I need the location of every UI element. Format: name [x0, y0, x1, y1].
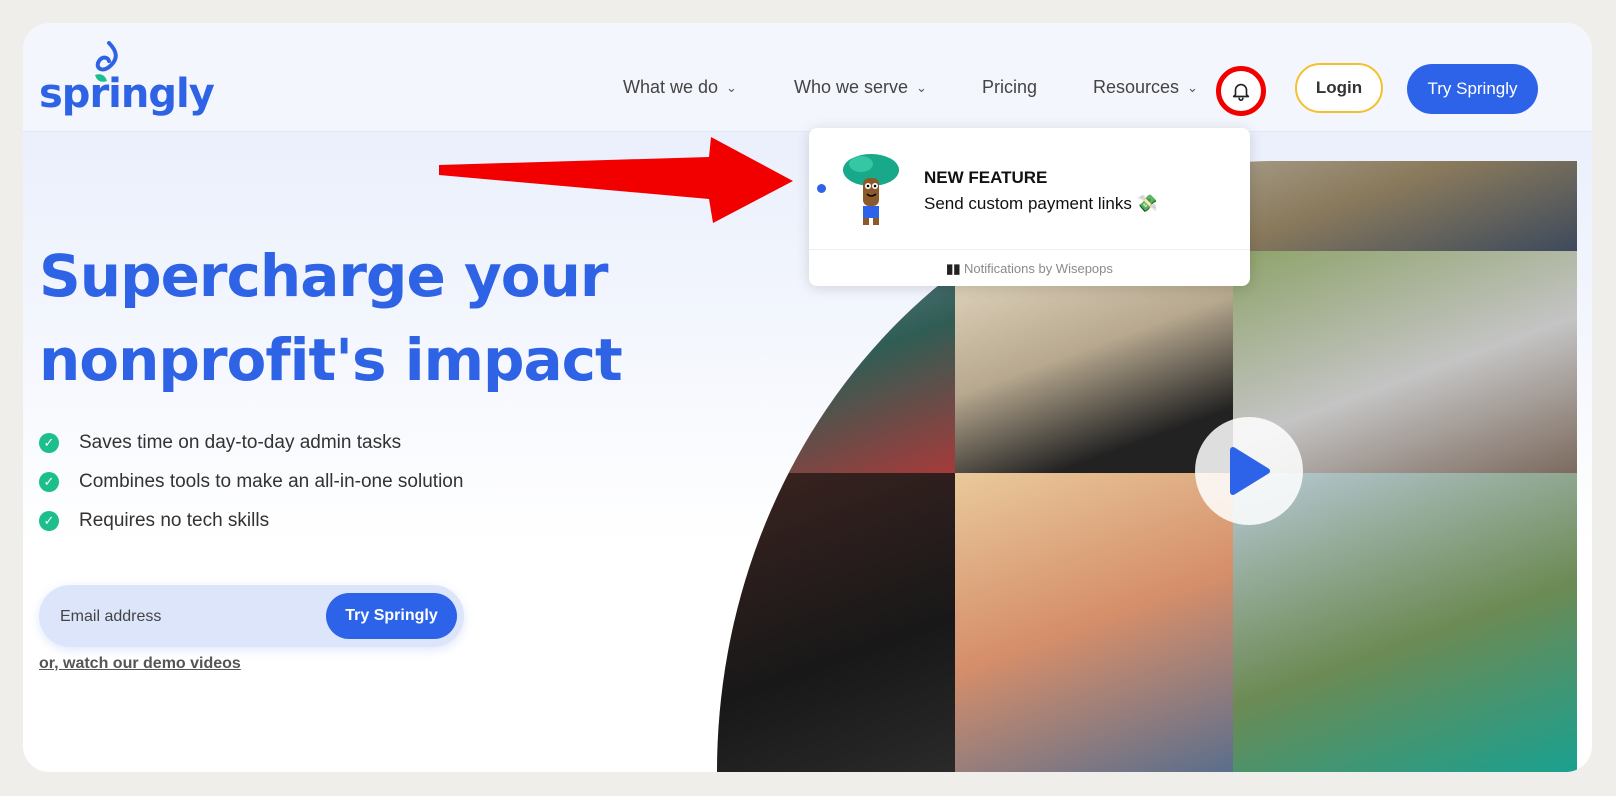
chevron-down-icon: ⌄ — [726, 79, 737, 95]
annotation-arrow-icon — [439, 137, 793, 223]
check-icon: ✓ — [39, 471, 59, 492]
logo-text: springly — [39, 71, 215, 117]
play-video-button[interactable] — [1195, 417, 1303, 525]
email-signup-form: Try Springly — [39, 585, 464, 649]
unread-dot — [817, 184, 826, 193]
benefit-list: ✓ Saves time on day-to-day admin tasks ✓… — [39, 423, 463, 540]
benefit-text: Requires no tech skills — [79, 509, 270, 531]
notification-footer-text: Notifications by Wisepops — [964, 261, 1113, 276]
try-springly-button[interactable]: Try Springly — [326, 593, 457, 639]
nav-pricing[interactable]: Pricing — [982, 77, 1037, 98]
nav-what-we-do[interactable]: What we do ⌄ — [623, 77, 737, 98]
bell-icon — [1232, 83, 1250, 101]
photo-farm — [1233, 161, 1577, 251]
check-icon: ✓ — [39, 510, 59, 531]
chevron-down-icon: ⌄ — [916, 79, 927, 95]
tree-mascot-icon — [843, 154, 899, 225]
list-item: ✓ Requires no tech skills — [39, 501, 463, 540]
try-springly-header-button[interactable]: Try Springly — [1407, 64, 1538, 114]
login-button[interactable]: Login — [1295, 63, 1383, 113]
divider — [809, 249, 1250, 250]
notification-message[interactable]: Send custom payment links 💸 — [924, 194, 1158, 214]
notification-title: NEW FEATURE — [924, 168, 1048, 187]
hero-line-2: nonprofit's impact — [39, 326, 623, 394]
notification-popup: NEW FEATURE Send custom payment links 💸 … — [809, 128, 1250, 286]
wisepops-logo-icon: ▮▮ — [946, 261, 961, 276]
play-icon — [1230, 447, 1270, 495]
header: springly What we do ⌄ Who we serve ⌄ Pri… — [23, 23, 1592, 132]
email-field[interactable] — [58, 585, 302, 649]
hero-heading: Supercharge your nonprofit's impact — [39, 234, 623, 402]
nav-label: What we do — [623, 77, 719, 97]
photo-cleanup — [1233, 473, 1577, 772]
notification-footer[interactable]: ▮▮ Notifications by Wisepops — [809, 261, 1250, 277]
page: springly What we do ⌄ Who we serve ⌄ Pri… — [23, 23, 1592, 772]
hero-line-1: Supercharge your — [39, 242, 609, 310]
benefit-text: Saves time on day-to-day admin tasks — [79, 431, 402, 453]
notification-bell-button[interactable] — [1216, 66, 1266, 116]
logo[interactable]: springly — [39, 41, 215, 121]
nav-label: Who we serve — [794, 77, 909, 97]
nav-resources[interactable]: Resources ⌄ — [1093, 77, 1198, 98]
nav-label: Pricing — [982, 77, 1038, 97]
chevron-down-icon: ⌄ — [1187, 79, 1198, 95]
benefit-text: Combines tools to make an all-in-one sol… — [79, 470, 464, 492]
demo-videos-link[interactable]: or, watch our demo videos — [39, 655, 241, 673]
check-icon: ✓ — [39, 432, 59, 453]
nav-who-we-serve[interactable]: Who we serve ⌄ — [794, 77, 927, 98]
photo-theater — [717, 473, 955, 772]
photo-festival — [955, 473, 1233, 772]
list-item: ✓ Combines tools to make an all-in-one s… — [39, 462, 463, 501]
list-item: ✓ Saves time on day-to-day admin tasks — [39, 423, 463, 462]
nav-label: Resources — [1093, 77, 1180, 97]
